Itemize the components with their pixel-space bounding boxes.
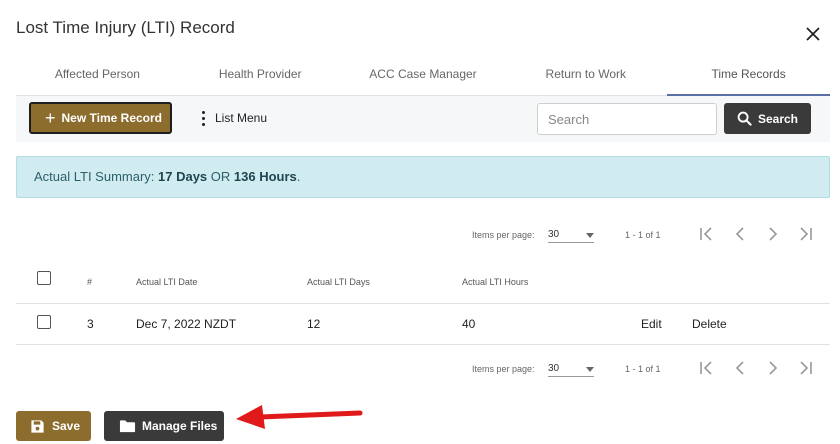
search-icon bbox=[737, 111, 752, 126]
table-row: 3 Dec 7, 2022 NZDT 12 40 Edit Delete bbox=[16, 304, 830, 345]
previous-page-icon[interactable] bbox=[730, 358, 750, 378]
tab-acc-case-manager[interactable]: ACC Case Manager bbox=[342, 62, 505, 95]
page-range: 1 - 1 of 1 bbox=[625, 364, 661, 374]
col-actual-lti-hours: Actual LTI Hours bbox=[462, 277, 529, 287]
items-per-page-select[interactable]: 30 bbox=[548, 359, 594, 377]
summary-joiner: OR bbox=[207, 169, 234, 184]
search-button-label: Search bbox=[757, 111, 799, 126]
new-time-record-label: New Time Record bbox=[61, 111, 162, 125]
search-input[interactable] bbox=[537, 103, 717, 135]
toolbar: + New Time Record List Menu Search bbox=[16, 96, 830, 142]
paginator-top: Items per page: 30 1 - 1 of 1 bbox=[16, 222, 830, 248]
edit-button[interactable]: Edit bbox=[641, 317, 662, 331]
next-page-icon[interactable] bbox=[763, 358, 783, 378]
items-per-page-value: 30 bbox=[548, 229, 560, 240]
items-per-page-value: 30 bbox=[548, 363, 560, 374]
tab-return-to-work[interactable]: Return to Work bbox=[504, 62, 667, 95]
delete-button[interactable]: Delete bbox=[692, 317, 727, 331]
previous-page-icon[interactable] bbox=[730, 224, 750, 244]
save-icon bbox=[31, 419, 44, 433]
row-days: 12 bbox=[307, 317, 321, 331]
save-button[interactable]: Save bbox=[16, 411, 91, 441]
close-icon[interactable] bbox=[804, 25, 822, 43]
items-per-page-label: Items per page: bbox=[472, 364, 535, 374]
paginator-bottom: Items per page: 30 1 - 1 of 1 bbox=[16, 356, 830, 382]
row-checkbox[interactable] bbox=[37, 315, 51, 329]
first-page-icon[interactable] bbox=[696, 224, 716, 244]
summary-days: 17 Days bbox=[158, 169, 208, 184]
items-per-page-label: Items per page: bbox=[472, 230, 535, 240]
col-number: # bbox=[87, 277, 93, 287]
manage-files-label: Manage Files bbox=[142, 419, 218, 433]
items-per-page-select[interactable]: 30 bbox=[548, 225, 594, 243]
next-page-icon[interactable] bbox=[763, 224, 783, 244]
table-header: # Actual LTI Date Actual LTI Days Actual… bbox=[16, 262, 830, 304]
chevron-down-icon bbox=[586, 233, 594, 238]
tab-bar: Affected Person Health Provider ACC Case… bbox=[16, 62, 830, 96]
summary-prefix: Actual LTI Summary: bbox=[34, 169, 159, 184]
lti-summary-banner: Actual LTI Summary: 17 Days OR 136 Hours… bbox=[16, 156, 830, 198]
last-page-icon[interactable] bbox=[796, 224, 816, 244]
summary-hours: 136 Hours bbox=[233, 169, 297, 184]
row-hours: 40 bbox=[462, 317, 476, 331]
tab-health-provider[interactable]: Health Provider bbox=[179, 62, 342, 95]
kebab-icon bbox=[202, 110, 205, 126]
save-label: Save bbox=[52, 419, 81, 433]
list-menu-label: List Menu bbox=[215, 111, 268, 125]
new-time-record-button[interactable]: + New Time Record bbox=[29, 102, 172, 134]
tab-time-records[interactable]: Time Records bbox=[667, 62, 830, 96]
chevron-down-icon bbox=[586, 367, 594, 372]
red-arrow-annotation bbox=[236, 405, 363, 429]
col-actual-lti-date: Actual LTI Date bbox=[136, 277, 198, 287]
folder-icon bbox=[119, 420, 136, 433]
summary-suffix: . bbox=[296, 169, 301, 184]
col-actual-lti-days: Actual LTI Days bbox=[307, 277, 370, 287]
plus-icon: + bbox=[45, 108, 56, 128]
list-menu-button[interactable]: List Menu bbox=[202, 105, 267, 131]
first-page-icon[interactable] bbox=[696, 358, 716, 378]
tab-affected-person[interactable]: Affected Person bbox=[16, 62, 179, 95]
page-range: 1 - 1 of 1 bbox=[625, 230, 661, 240]
search-button[interactable]: Search bbox=[724, 103, 811, 134]
row-date: Dec 7, 2022 NZDT bbox=[136, 317, 237, 331]
row-number: 3 bbox=[87, 317, 94, 331]
select-all-checkbox[interactable] bbox=[37, 271, 51, 285]
manage-files-button[interactable]: Manage Files bbox=[104, 411, 224, 441]
dialog-title: Lost Time Injury (LTI) Record bbox=[16, 18, 235, 37]
last-page-icon[interactable] bbox=[796, 358, 816, 378]
